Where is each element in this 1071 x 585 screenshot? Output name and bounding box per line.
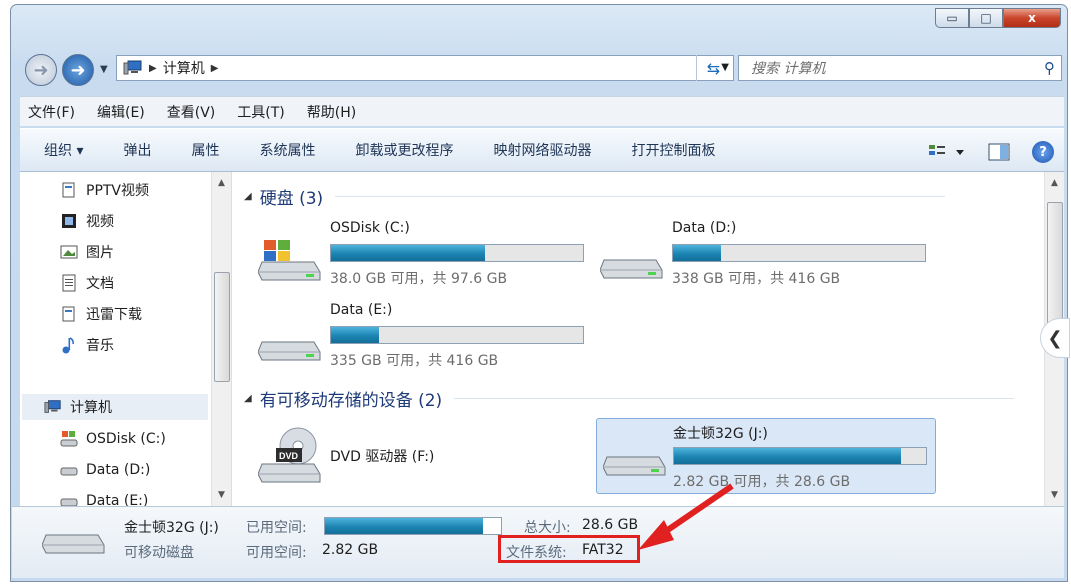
breadcrumb-computer[interactable]: 计算机 bbox=[163, 58, 205, 78]
view-options-icon[interactable] bbox=[928, 143, 966, 161]
drive-usage-bar bbox=[330, 326, 584, 344]
sidebar-item-documents[interactable]: 文档 bbox=[60, 270, 114, 296]
details-total-label: 总大小: bbox=[524, 520, 571, 536]
highlight-box bbox=[498, 535, 640, 563]
music-icon bbox=[62, 337, 74, 354]
search-placeholder: 搜索 计算机 bbox=[751, 61, 826, 77]
sidebar-item-video[interactable]: 视频 bbox=[60, 208, 114, 234]
preview-pane-icon[interactable] bbox=[988, 143, 1010, 161]
menu-tools[interactable]: 工具(T) bbox=[237, 102, 284, 122]
drive-free-space: 338 GB 可用，共 416 GB bbox=[672, 271, 841, 287]
navigation-bar: ➜ ➜ ▼ ▶ 计算机 ▶ ▼ ⇆ 搜索 计算机 ⚲ bbox=[12, 52, 1064, 86]
close-button[interactable]: x bbox=[1003, 8, 1061, 28]
map-network-drive-button[interactable]: 映射网络驱动器 bbox=[493, 140, 591, 160]
details-usage-bar bbox=[324, 517, 502, 535]
drive-name: DVD 驱动器 (F:) bbox=[330, 449, 435, 465]
collapse-icon[interactable]: ◢ bbox=[244, 393, 252, 404]
library-icon bbox=[62, 182, 75, 198]
drive-usage-bar bbox=[673, 447, 927, 465]
navigation-pane: PPTV视频 视频 图片 文档 迅雷下载 音乐 计算机 OSDisk (C:) … bbox=[20, 172, 232, 506]
drive-tile-c[interactable]: OSDisk (C:) 38.0 GB 可用，共 97.6 GB bbox=[252, 220, 592, 296]
drive-icon bbox=[600, 259, 663, 279]
drive-name: OSDisk (C:) bbox=[330, 220, 410, 236]
window-controls: ▭ □ x bbox=[935, 8, 1061, 28]
annotation-arrow bbox=[638, 483, 734, 550]
computer-icon bbox=[123, 60, 142, 75]
breadcrumb-separator-icon[interactable]: ▶ bbox=[211, 63, 219, 74]
navigation-scrollbar[interactable]: ▲ ▼ bbox=[211, 172, 231, 506]
forward-button[interactable]: ➜ bbox=[62, 54, 94, 86]
drive-usage-bar bbox=[330, 244, 584, 262]
menu-bar: 文件(F) 编辑(E) 查看(V) 工具(T) 帮助(H) bbox=[20, 96, 1064, 126]
sidebar-item-computer[interactable]: 计算机 bbox=[22, 394, 208, 420]
uninstall-program-button[interactable]: 卸载或更改程序 bbox=[355, 140, 453, 160]
scrollbar-thumb[interactable] bbox=[214, 272, 230, 382]
details-drive-type: 可移动磁盘 bbox=[124, 545, 194, 561]
breadcrumb-separator-icon[interactable]: ▶ bbox=[149, 63, 157, 74]
refresh-button[interactable]: ⇆ bbox=[696, 55, 730, 81]
organize-button[interactable]: 组织 ▾ bbox=[44, 140, 83, 160]
collapse-icon[interactable]: ◢ bbox=[244, 191, 252, 202]
computer-icon bbox=[44, 400, 61, 413]
picture-icon bbox=[60, 245, 78, 259]
sidebar-item-data-e[interactable]: Data (E:) bbox=[60, 488, 148, 506]
help-icon[interactable]: ? bbox=[1032, 141, 1054, 163]
menu-file[interactable]: 文件(F) bbox=[28, 102, 75, 122]
open-control-panel-button[interactable]: 打开控制面板 bbox=[631, 140, 715, 160]
group-hard-disks[interactable]: ◢ 硬盘 (3) bbox=[244, 184, 946, 209]
drive-name: 金士顿32G (J:) bbox=[673, 426, 768, 442]
details-free-value: 2.82 GB bbox=[322, 542, 379, 558]
sidebar-item-pictures[interactable]: 图片 bbox=[60, 239, 114, 265]
details-drive-name: 金士顿32G (J:) bbox=[124, 520, 219, 536]
drive-free-space: 38.0 GB 可用，共 97.6 GB bbox=[330, 271, 508, 287]
maximize-button[interactable]: □ bbox=[969, 8, 1003, 28]
menu-view[interactable]: 查看(V) bbox=[167, 102, 216, 122]
address-bar[interactable]: ▶ 计算机 ▶ ▼ bbox=[116, 55, 734, 81]
scroll-up-icon[interactable]: ▲ bbox=[1051, 178, 1058, 188]
drive-name: Data (D:) bbox=[672, 220, 737, 236]
document-icon bbox=[62, 274, 76, 292]
drive-free-space: 335 GB 可用，共 416 GB bbox=[330, 353, 499, 369]
recent-pages-dropdown[interactable]: ▼ bbox=[100, 64, 108, 75]
library-icon bbox=[62, 306, 75, 322]
video-icon bbox=[62, 214, 76, 228]
drive-name: Data (E:) bbox=[330, 302, 393, 318]
drive-usage-bar bbox=[672, 244, 926, 262]
details-free-label: 可用空间: bbox=[246, 545, 307, 561]
sidebar-item-thunder-downloads[interactable]: 迅雷下载 bbox=[60, 301, 142, 327]
menu-help[interactable]: 帮助(H) bbox=[307, 102, 356, 122]
drive-icon bbox=[60, 467, 78, 476]
back-button[interactable]: ➜ bbox=[25, 54, 57, 86]
search-icon[interactable]: ⚲ bbox=[1044, 59, 1055, 77]
drive-icon bbox=[60, 498, 78, 506]
sidebar-item-osdisk[interactable]: OSDisk (C:) bbox=[60, 426, 166, 452]
drive-tile-d[interactable]: Data (D:) 338 GB 可用，共 416 GB bbox=[594, 220, 934, 296]
sidebar-item-data-d[interactable]: Data (D:) bbox=[60, 457, 150, 483]
search-input[interactable]: 搜索 计算机 ⚲ bbox=[738, 55, 1062, 81]
drive-tile-e[interactable]: Data (E:) 335 GB 可用，共 416 GB bbox=[252, 302, 592, 378]
dvd-badge: DVD bbox=[279, 451, 299, 461]
scroll-up-icon[interactable]: ▲ bbox=[218, 178, 225, 188]
menu-edit[interactable]: 编辑(E) bbox=[97, 102, 145, 122]
properties-button[interactable]: 属性 bbox=[191, 140, 219, 160]
group-removable-storage[interactable]: ◢ 有可移动存储的设备 (2) bbox=[244, 386, 1015, 411]
sidebar-item-music[interactable]: 音乐 bbox=[60, 332, 114, 358]
system-properties-button[interactable]: 系统属性 bbox=[259, 140, 315, 160]
usb-drive-icon bbox=[42, 534, 105, 554]
eject-button[interactable]: 弹出 bbox=[123, 140, 151, 160]
drive-tile-dvd[interactable]: DVD DVD 驱动器 (F:) bbox=[252, 424, 592, 500]
dvd-drive-icon: DVD bbox=[258, 427, 321, 483]
scroll-down-icon[interactable]: ▼ bbox=[218, 490, 225, 500]
drive-icon bbox=[258, 341, 321, 361]
windows-drive-icon bbox=[258, 240, 321, 281]
details-used-label: 已用空间: bbox=[246, 520, 307, 536]
minimize-button[interactable]: ▭ bbox=[935, 8, 969, 28]
content-pane: ◢ 硬盘 (3) OSDisk (C:) 38.0 GB 可用，共 97.6 G… bbox=[232, 172, 1064, 506]
command-bar: 组织 ▾ 弹出 属性 系统属性 卸载或更改程序 映射网络驱动器 打开控制面板 ? bbox=[20, 128, 1064, 172]
scroll-down-icon[interactable]: ▼ bbox=[1051, 490, 1058, 500]
windows-drive-icon bbox=[60, 431, 78, 447]
sidebar-item-pptv[interactable]: PPTV视频 bbox=[60, 177, 149, 203]
